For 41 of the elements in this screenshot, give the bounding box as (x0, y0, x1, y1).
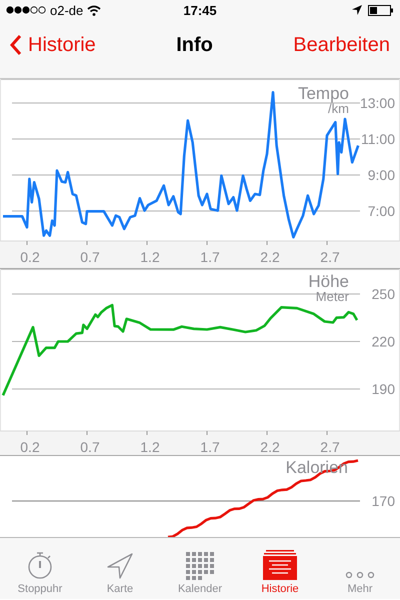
clock: 17:45 (183, 2, 217, 18)
chevron-left-icon (10, 35, 22, 55)
x-tick-label: 2.2 (260, 439, 280, 455)
tab-item[interactable]: Karte (80, 538, 160, 599)
location-arrow-icon (352, 5, 362, 15)
y-tick-label: 7:00 (368, 202, 395, 219)
more-dots-icon (345, 570, 375, 580)
y-tick-label: 190 (372, 381, 395, 397)
screen-title: Info (176, 34, 213, 56)
x-tick-label: 0.2 (20, 249, 40, 265)
y-tick-label: 250 (372, 286, 395, 302)
tab-item[interactable]: Kalender (160, 538, 240, 599)
x-tick-label: 2.7 (320, 249, 340, 265)
y-tick-label: 11:00 (361, 130, 395, 147)
battery-icon (368, 4, 394, 16)
x-tick-label: 0.2 (20, 439, 40, 455)
signal-icon (6, 6, 46, 14)
x-tick-label: 1.2 (140, 439, 160, 455)
x-tick-label: 1.7 (200, 439, 220, 455)
x-tick-label: 2.7 (320, 439, 340, 455)
back-button[interactable]: Historie (10, 34, 96, 56)
stacked-list-icon (263, 550, 297, 580)
y-tick-label: 220 (372, 334, 395, 350)
axis-unit: /km (328, 101, 349, 116)
y-tick-label: 13:00 (360, 94, 395, 111)
calendar-grid-icon (186, 552, 214, 580)
tab-item[interactable]: Mehr (320, 538, 400, 599)
x-tick-label: 1.7 (200, 249, 220, 265)
chart-title: Höhe (308, 272, 349, 291)
y-tick-label: 9:00 (368, 166, 395, 183)
wifi-icon (87, 4, 102, 16)
x-tick-label: 2.2 (260, 249, 280, 265)
carrier-name: o2-de (50, 2, 84, 18)
y-tick-label: 170 (372, 493, 395, 509)
x-tick-label: 1.2 (140, 249, 160, 265)
tab-item[interactable]: Historie (240, 538, 320, 599)
tab-item[interactable]: Stoppuhr (0, 538, 80, 599)
chart-title: Tempo (298, 84, 349, 103)
edit-button[interactable]: Bearbeiten (293, 34, 390, 56)
x-tick-label: 0.7 (80, 439, 100, 455)
x-tick-label: 0.7 (80, 249, 100, 265)
